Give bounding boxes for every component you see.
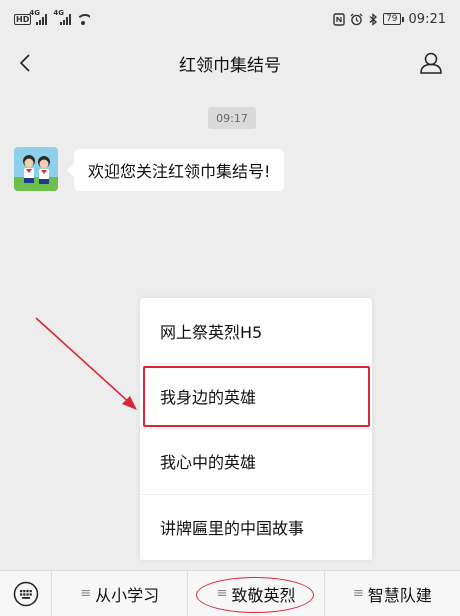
tab-label: 智慧队建 [367,585,432,605]
message-timestamp: 09:17 [208,107,256,129]
message-bubble: 欢迎您关注红领巾集结号! [66,149,285,191]
tab-label: 从小学习 [95,585,160,605]
battery-level: 79 [383,13,401,25]
tab-salute-heroes[interactable]: ≡ 致敬英烈 [187,570,323,616]
tab-learn-from-childhood[interactable]: ≡ 从小学习 [52,571,187,616]
signal-label: 4G [53,8,64,17]
menu-lines-icon: ≡ [352,586,364,601]
circle-annotation [196,576,314,613]
menu-item-hero-memorial-h5[interactable]: 网上祭英烈H5 [140,298,372,363]
keyboard-icon [13,581,38,606]
signal-label: 4G [29,8,40,17]
keyboard-toggle-button[interactable] [0,570,52,616]
alarm-icon [350,13,363,25]
status-bar: HD 4G 4G 79 09:21 [0,0,460,38]
nfc-icon [333,12,345,26]
person-icon[interactable] [418,50,444,76]
menu-item-heroes-around-me[interactable]: 我身边的英雄 [140,363,372,428]
battery-icon: 79 [383,13,404,25]
title-bar: 红领巾集结号 [0,38,460,88]
chevron-left-icon[interactable] [14,51,38,75]
page-title: 红领巾集结号 [179,55,281,76]
menu-item-plaque-stories[interactable]: 讲牌匾里的中国故事 [140,494,372,559]
sub-menu-popup: 网上祭英烈H5 我身边的英雄 我心中的英雄 讲牌匾里的中国故事 [140,298,372,560]
tab-smart-team-building[interactable]: ≡ 智慧队建 [323,570,460,616]
status-left: HD 4G 4G [14,9,91,25]
bluetooth-icon [369,12,378,26]
avatar[interactable] [14,147,58,191]
menu-lines-icon: ≡ [80,586,92,601]
menu-item-heroes-in-my-heart[interactable]: 我心中的英雄 [140,428,372,493]
wifi-icon [76,13,91,25]
status-time: 09:21 [408,11,446,27]
message-text: 欢迎您关注红领巾集结号! [88,162,271,181]
bottom-menu-bar: ≡ 从小学习 ≡ 致敬英烈 ≡ 智慧队建 [0,570,460,616]
avatar-image [14,147,58,191]
status-right: 79 09:21 [333,12,446,27]
signal-icon: 4G [29,9,48,25]
signal-icon: 4G [53,9,72,25]
